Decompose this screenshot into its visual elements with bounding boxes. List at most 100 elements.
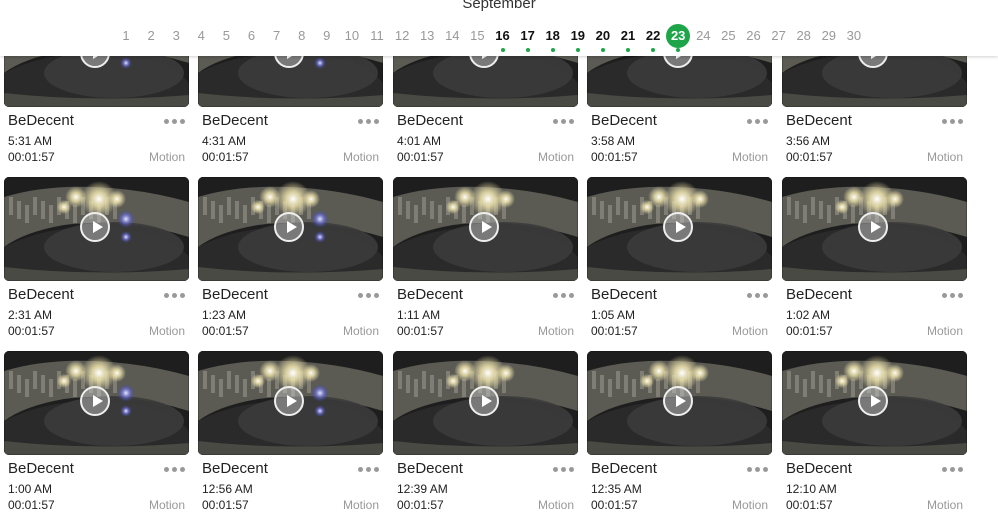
recording-duration: 00:01:57 [591,150,638,164]
day-2[interactable]: 2 [139,24,163,48]
recording-time: 3:58 AM [591,134,636,148]
recording-thumbnail[interactable] [4,177,189,281]
date-header: September 1 2 3 4 5 6 7 8 9 10 11 12 13 14 15 16 17 18 19 2… [0,0,998,56]
recording-time: 3:56 AM [786,134,831,148]
camera-name: BeDecent [591,460,657,477]
event-type: Motion [731,498,768,512]
play-icon[interactable] [274,386,304,416]
day-26[interactable]: 26 [742,24,766,48]
camera-name: BeDecent [8,460,74,477]
play-icon[interactable] [469,212,499,242]
day-23[interactable]: 23 [666,24,691,48]
day-12[interactable]: 12 [390,24,414,48]
day-14[interactable]: 14 [440,24,464,48]
camera-name: BeDecent [786,460,852,477]
recording-time: 1:23 AM [202,308,247,322]
day-21[interactable]: 21 [616,24,640,48]
more-options-icon[interactable] [164,290,186,302]
event-dot [575,48,580,52]
day-16[interactable]: 16 [491,24,515,48]
event-dot [651,48,656,52]
event-type: Motion [148,498,185,512]
day-27[interactable]: 27 [767,24,791,48]
day-19[interactable]: 19 [566,24,590,48]
recording-thumbnail[interactable] [782,351,967,455]
day-29[interactable]: 29 [817,24,841,48]
more-options-icon[interactable] [942,116,964,128]
day-22[interactable]: 22 [641,24,665,48]
recording-duration: 00:01:57 [786,498,833,512]
recording-thumbnail[interactable] [198,177,383,281]
more-options-icon[interactable] [358,290,380,302]
camera-name: BeDecent [202,286,268,303]
more-options-icon[interactable] [164,116,186,128]
day-24[interactable]: 24 [691,24,715,48]
day-18[interactable]: 18 [541,24,565,48]
day-13[interactable]: 13 [415,24,439,48]
recording-time: 4:31 AM [202,134,247,148]
event-type: Motion [342,498,379,512]
recording-thumbnail[interactable] [587,177,772,281]
more-options-icon[interactable] [164,464,186,476]
recording-thumbnail[interactable] [4,351,189,455]
day-17[interactable]: 17 [516,24,540,48]
recording-time: 12:35 AM [591,482,642,496]
more-options-icon[interactable] [747,116,769,128]
day-30[interactable]: 30 [842,24,866,48]
recording-time: 1:02 AM [786,308,831,322]
more-options-icon[interactable] [553,116,575,128]
camera-name: BeDecent [202,460,268,477]
event-dot [600,48,605,52]
recording-thumbnail[interactable] [393,351,578,455]
play-icon[interactable] [80,212,110,242]
play-icon[interactable] [663,386,693,416]
play-icon[interactable] [274,212,304,242]
event-dot [525,48,530,52]
day-4[interactable]: 4 [189,24,213,48]
camera-name: BeDecent [786,286,852,303]
play-icon[interactable] [80,386,110,416]
event-type: Motion [537,150,574,164]
day-1[interactable]: 1 [114,24,138,48]
more-options-icon[interactable] [747,464,769,476]
event-dot [626,48,630,52]
more-options-icon[interactable] [358,464,380,476]
day-15[interactable]: 15 [465,24,489,48]
event-type: Motion [148,324,185,338]
more-options-icon[interactable] [747,290,769,302]
play-icon[interactable] [469,386,499,416]
more-options-icon[interactable] [942,464,964,476]
recording-time: 1:05 AM [591,308,636,322]
recording-duration: 00:01:57 [397,498,444,512]
more-options-icon[interactable] [942,290,964,302]
day-28[interactable]: 28 [792,24,816,48]
recording-duration: 00:01:57 [786,150,833,164]
day-25[interactable]: 25 [716,24,740,48]
event-type: Motion [342,150,379,164]
recording-duration: 00:01:57 [397,324,444,338]
recording-duration: 00:01:57 [202,150,249,164]
camera-name: BeDecent [8,286,74,303]
day-11[interactable]: 11 [365,24,389,48]
recording-thumbnail[interactable] [198,351,383,455]
day-8[interactable]: 8 [290,24,314,48]
day-20[interactable]: 20 [591,24,615,48]
recording-thumbnail[interactable] [587,351,772,455]
recording-thumbnail[interactable] [393,177,578,281]
camera-name: BeDecent [591,112,657,129]
day-10[interactable]: 10 [340,24,364,48]
day-5[interactable]: 5 [214,24,238,48]
play-icon[interactable] [858,212,888,242]
recording-duration: 00:01:57 [8,498,55,512]
play-icon[interactable] [663,212,693,242]
event-dot [550,48,555,52]
day-9[interactable]: 9 [315,24,339,48]
day-7[interactable]: 7 [265,24,289,48]
day-6[interactable]: 6 [240,24,264,48]
more-options-icon[interactable] [358,116,380,128]
more-options-icon[interactable] [553,290,575,302]
more-options-icon[interactable] [553,464,575,476]
play-icon[interactable] [858,386,888,416]
recording-thumbnail[interactable] [782,177,967,281]
day-3[interactable]: 3 [164,24,188,48]
